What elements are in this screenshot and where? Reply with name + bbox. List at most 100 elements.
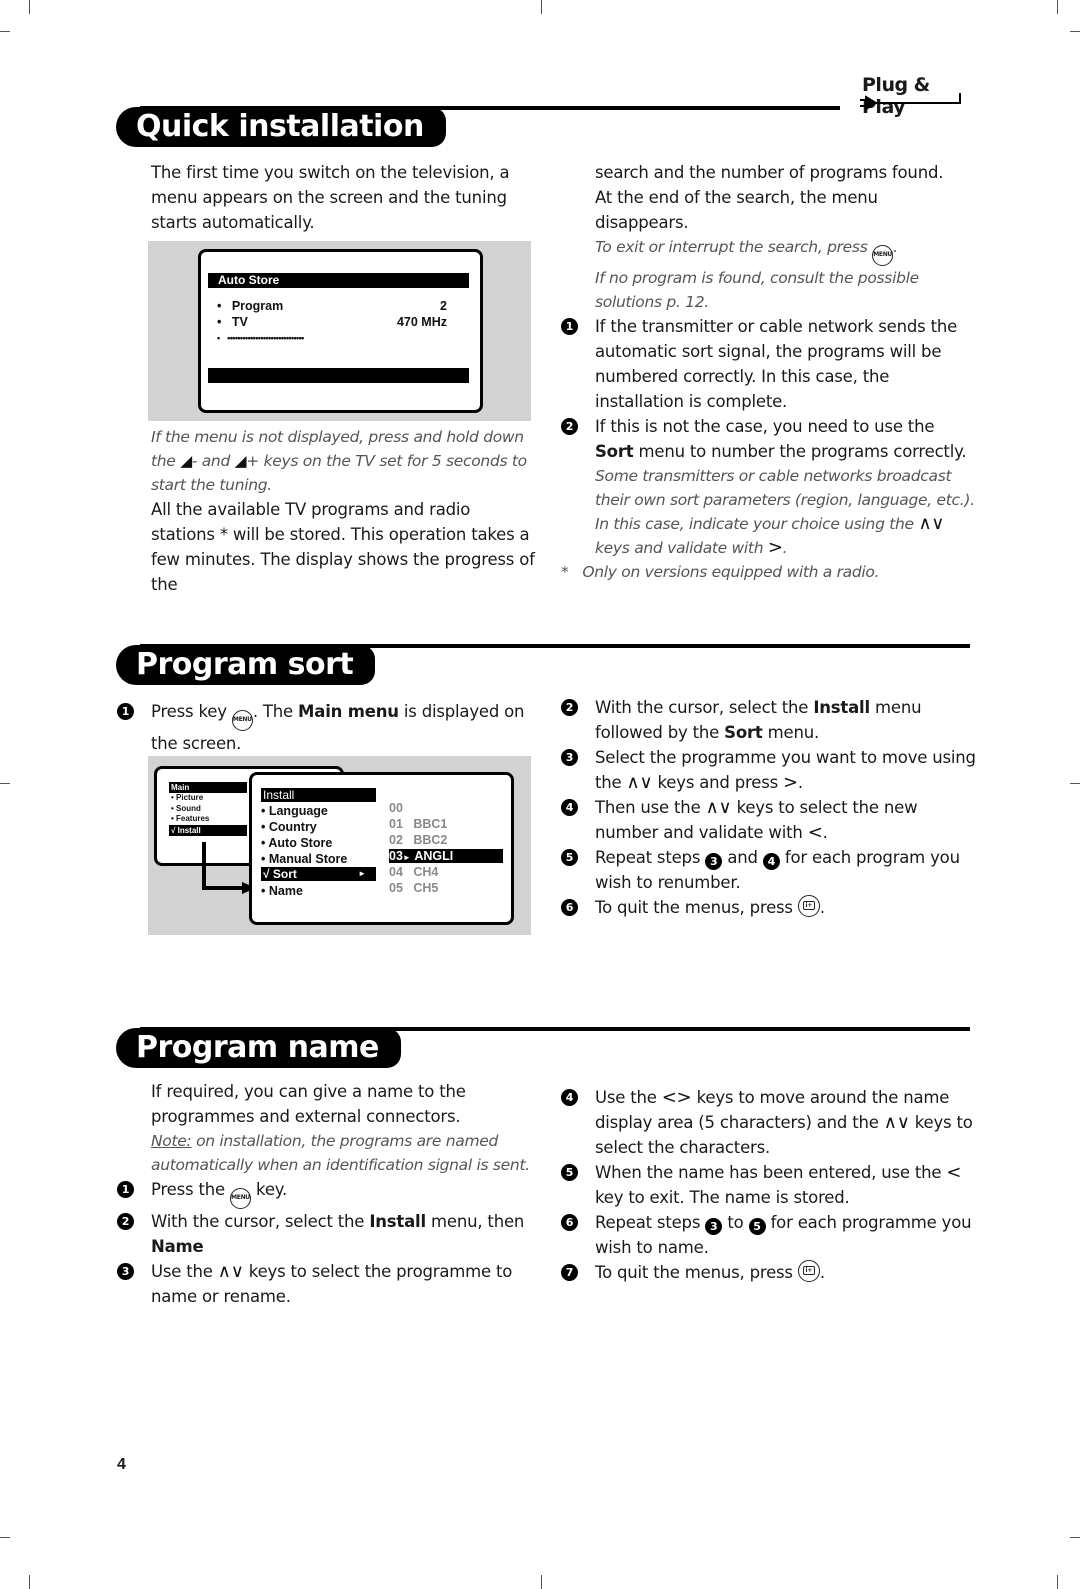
- footnote-mark: *: [561, 563, 569, 581]
- quick-installation-left-lower: If the menu is not displayed, press and …: [151, 425, 536, 597]
- left-key-icon: <: [946, 1162, 962, 1183]
- step-number: 2: [561, 418, 578, 435]
- menu-key-icon: MENU: [230, 1188, 251, 1209]
- auto-store-illustration: Auto Store • Program 2 • TV 470 MHz • ••…: [148, 241, 531, 421]
- crop-mark: [0, 783, 10, 784]
- step-number: 7: [561, 1264, 578, 1281]
- program-name-right-column: 4 Use the <> keys to move around the nam…: [561, 1085, 976, 1285]
- step-text: .: [819, 898, 825, 917]
- footnote-text: Only on versions equipped with a radio.: [582, 563, 880, 581]
- crop-mark: [1070, 1537, 1080, 1538]
- program-number: 03: [389, 849, 403, 863]
- stored-paragraph: All the available TV programs and radio …: [151, 500, 535, 594]
- step-reference: 3: [705, 853, 723, 870]
- up-down-keys-icon: ∧∨: [705, 797, 732, 818]
- note-paragraph: Note: on installation, the programs are …: [117, 1129, 537, 1177]
- crop-mark: [1057, 0, 1058, 14]
- end-paragraph: At the end of the search, the menu disap…: [595, 188, 878, 232]
- step-number: 6: [561, 1214, 578, 1231]
- crop-mark: [0, 31, 10, 32]
- crop-mark: [1070, 783, 1080, 784]
- note-text: To exit or interrupt the search, press: [595, 238, 868, 256]
- right-key-icon: >: [767, 537, 783, 558]
- step-number: 2: [561, 699, 578, 716]
- step-1: 1 Press key MENU. The Main menu is displ…: [117, 699, 537, 756]
- step-number: 4: [561, 1089, 578, 1106]
- menu-not-displayed-note: If the menu is not displayed, press and …: [151, 425, 536, 497]
- crop-mark: [0, 1537, 10, 1538]
- step-reference: 5: [748, 1218, 766, 1235]
- step-text: .: [797, 773, 803, 792]
- step-3: 3 Select the programme you want to move …: [561, 745, 976, 795]
- exit-note: To exit or interrupt the search, press M…: [561, 235, 976, 266]
- step-1: 1 If the transmitter or cable network se…: [561, 314, 976, 414]
- no-program-note: If no program is found, consult the poss…: [595, 269, 919, 311]
- step-text: key to exit. The name is stored.: [595, 1188, 850, 1207]
- plug-icon: [860, 93, 961, 111]
- step-number: 5: [561, 1164, 578, 1181]
- program-row: 01 BBC1: [389, 816, 501, 832]
- program-name: CH4: [413, 865, 439, 879]
- program-row: 02 BBC2: [389, 832, 501, 848]
- up-down-keys-icon: ∧∨: [918, 513, 945, 534]
- step-text: Use the: [595, 1088, 657, 1107]
- program-sort-right-column: 2 With the cursor, select the Install me…: [561, 695, 976, 920]
- step-text: . The: [252, 702, 293, 721]
- step-text: Press the: [151, 1180, 225, 1199]
- step-text: .: [819, 1263, 825, 1282]
- step-3: 3 Use the ∧∨ keys to select the programm…: [117, 1259, 537, 1309]
- install-menu-item: • Name: [261, 884, 303, 898]
- main-menu-item: • Picture: [171, 793, 204, 802]
- step-text: Repeat steps: [595, 848, 701, 867]
- install-menu-screen: Install • Language • Country • Auto Stor…: [249, 772, 514, 925]
- step-text: key.: [256, 1180, 288, 1199]
- step-4: 4 Use the <> keys to move around the nam…: [561, 1085, 976, 1160]
- step-bold: Main menu: [298, 702, 399, 721]
- osd-row-progress: • ••••••••••••••••••••••••••••••: [217, 330, 447, 346]
- install-menu-selected: √ Sort ►: [261, 867, 376, 881]
- step-1: 1 Press the MENU key.: [117, 1177, 537, 1209]
- step-reference: 3: [705, 1218, 723, 1235]
- bullet: •: [217, 315, 222, 329]
- step-number: 6: [561, 899, 578, 916]
- selection-marker-icon: ►: [402, 853, 411, 862]
- section-title-program-name: Program name: [116, 1028, 401, 1068]
- info-key-label: i+: [802, 901, 815, 910]
- program-row: 04 CH4: [389, 864, 501, 880]
- selected-label: √ Sort: [263, 867, 297, 881]
- up-down-keys-icon: ∧∨: [883, 1112, 910, 1133]
- step-bold: Name: [151, 1237, 204, 1256]
- osd-title-bar: Auto Store: [208, 273, 469, 288]
- volume-minus-icon: ◢: [180, 452, 192, 470]
- main-menu-selected: √ Install: [169, 825, 247, 836]
- install-menu-title: Install: [261, 788, 376, 802]
- crop-mark: [1070, 31, 1080, 32]
- step-text: To quit the menus, press: [595, 1263, 793, 1282]
- bullet: •: [217, 333, 220, 343]
- menu-key-icon: MENU: [231, 710, 253, 731]
- main-menu-title: Main: [169, 782, 247, 793]
- osd-row-tv: • TV 470 MHz: [217, 314, 447, 330]
- main-menu-item: • Sound: [171, 803, 201, 813]
- step-bold: Sort: [724, 723, 763, 742]
- left-right-keys-icon: <>: [661, 1087, 692, 1108]
- sort-note: Some transmitters or cable networks broa…: [595, 467, 975, 558]
- step-number: 3: [117, 1263, 134, 1280]
- install-menu-item: • Manual Store: [261, 852, 348, 866]
- program-row: 05 CH5: [389, 880, 501, 896]
- section-title-quick-installation: Quick installation: [116, 107, 446, 147]
- left-key-icon: <: [807, 822, 823, 843]
- step-text: With the cursor, select the: [595, 698, 809, 717]
- crop-mark: [29, 1575, 30, 1589]
- crop-mark: [541, 0, 542, 14]
- step-text: menu, then: [431, 1212, 525, 1231]
- section-title-program-sort: Program sort: [116, 645, 376, 685]
- main-menu-item: • Features: [171, 814, 210, 823]
- step-text: keys and press: [657, 773, 779, 792]
- osd-row-program: • Program 2: [217, 298, 447, 314]
- step-number: 5: [561, 849, 578, 866]
- plug-and-play-badge: Plug & Play: [858, 74, 978, 118]
- note-text: - and: [191, 452, 230, 470]
- step-4: 4 Then use the ∧∨ keys to select the new…: [561, 795, 976, 845]
- intro-paragraph: The first time you switch on the televis…: [151, 163, 510, 232]
